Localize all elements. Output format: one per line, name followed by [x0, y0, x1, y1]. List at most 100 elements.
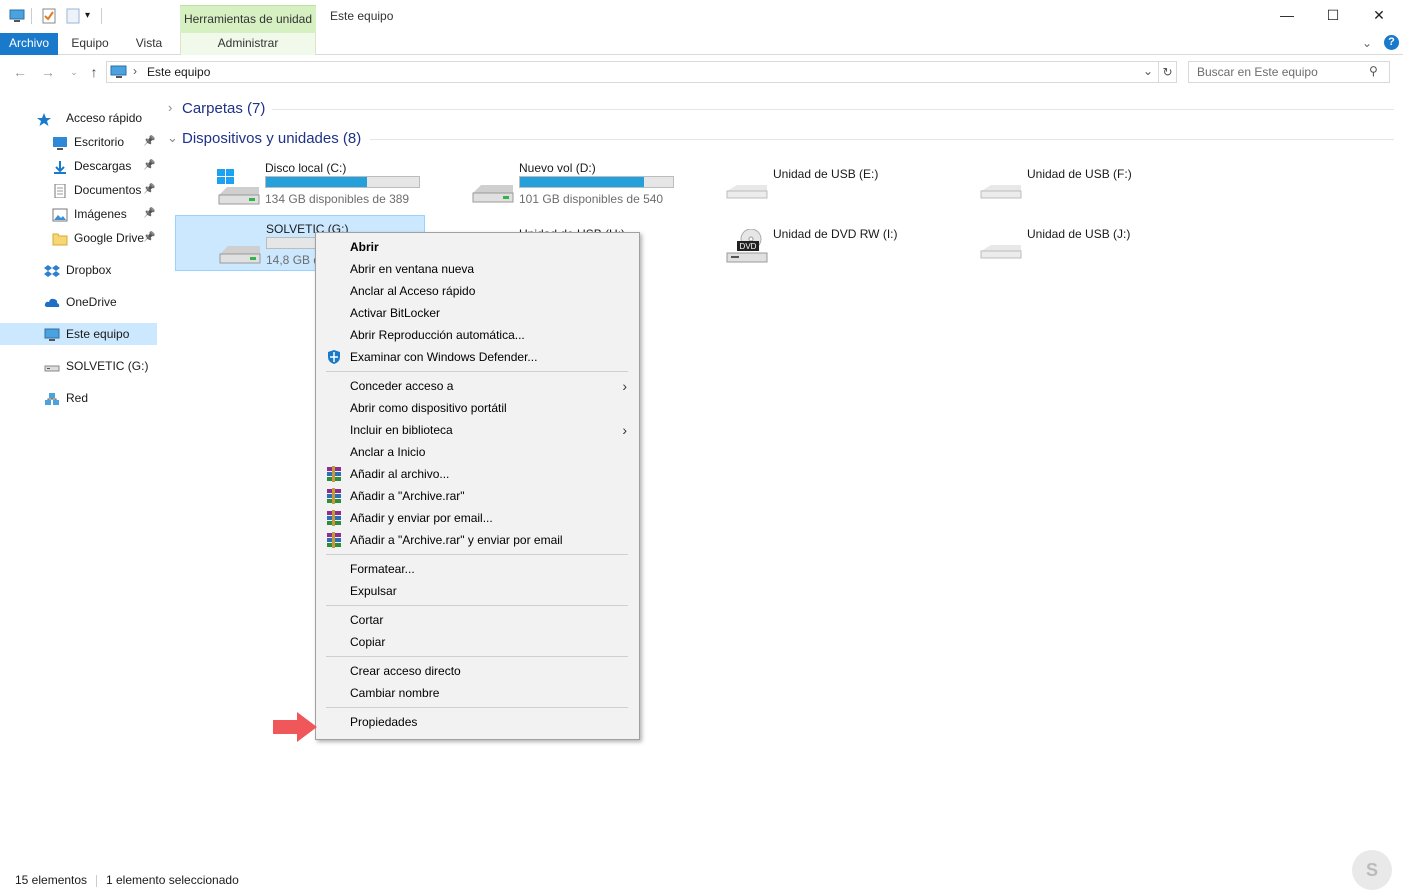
menu-item[interactable]: Examinar con Windows Defender... — [316, 346, 639, 368]
pointer-arrow-icon — [271, 710, 321, 747]
menu-item[interactable]: Cortar — [316, 609, 639, 631]
menu-item[interactable]: Anclar a Inicio — [316, 441, 639, 463]
computer-icon — [44, 327, 60, 341]
menu-item[interactable]: Cambiar nombre — [316, 682, 639, 704]
maximize-button[interactable]: ☐ — [1310, 0, 1356, 30]
menu-item[interactable]: Abrir en ventana nueva — [316, 258, 639, 280]
menu-item[interactable]: Añadir a "Archive.rar" — [316, 485, 639, 507]
breadcrumb-este-equipo[interactable]: Este equipo — [147, 65, 210, 79]
nav-item[interactable]: Documentos 📌 — [0, 179, 157, 201]
pin-icon[interactable]: 📌 — [143, 131, 155, 153]
menu-item[interactable]: Activar BitLocker — [316, 302, 639, 324]
search-input[interactable]: Buscar en Este equipo — [1188, 61, 1390, 83]
drive-tile[interactable]: Unidad de USB (F:) — [937, 155, 1187, 211]
menu-separator — [326, 707, 628, 708]
menu-item-label: Formatear... — [350, 562, 415, 576]
group-carpetas[interactable]: Carpetas (7) — [182, 100, 265, 117]
contextual-tab-group: Herramientas de unidad — [180, 5, 316, 33]
menu-item[interactable]: Crear acceso directo — [316, 660, 639, 682]
nav-item[interactable]: Este equipo — [0, 323, 157, 345]
menu-separator — [326, 371, 628, 372]
pin-icon[interactable]: 📌 — [143, 155, 155, 177]
nav-item[interactable]: Escritorio 📌 — [0, 131, 157, 153]
tab-administrar[interactable]: Administrar — [180, 33, 316, 55]
drive-usage-fill — [520, 177, 644, 187]
nav-item[interactable]: OneDrive — [0, 291, 157, 313]
menu-item-label: Abrir en ventana nueva — [350, 262, 475, 276]
menu-item[interactable]: Añadir y enviar por email... — [316, 507, 639, 529]
chevron-right-icon[interactable]: › — [168, 100, 172, 115]
computer-icon — [110, 64, 128, 83]
documents-icon — [52, 183, 68, 199]
menu-item[interactable]: Copiar — [316, 631, 639, 653]
help-icon[interactable]: ? — [1384, 35, 1399, 50]
nav-item[interactable]: Descargas 📌 — [0, 155, 157, 177]
nav-item[interactable]: Imágenes 📌 — [0, 203, 157, 225]
winrar-icon — [326, 510, 342, 526]
context-menu: Abrir Abrir en ventana nueva Anclar al Acc… — [315, 232, 640, 740]
watermark-logo: S — [1352, 850, 1392, 890]
drive-name: Unidad de USB (J:) — [1027, 227, 1131, 241]
drive-tile[interactable]: Disco local (C:) 134 GB disponibles de 38… — [175, 155, 425, 211]
menu-item[interactable]: Formatear... — [316, 558, 639, 580]
menu-item[interactable]: Incluir en biblioteca › — [316, 419, 639, 441]
forward-arrow-icon[interactable]: → — [38, 62, 58, 82]
refresh-icon[interactable]: ↻ — [1158, 62, 1176, 82]
menu-item-label: Anclar al Acceso rápido — [350, 284, 476, 298]
properties-icon[interactable] — [41, 8, 57, 24]
nav-item[interactable]: Red — [0, 387, 157, 409]
tab-vista[interactable]: Vista — [122, 33, 176, 55]
drive-tile[interactable]: Nuevo vol (D:) 101 GB disponibles de 540 — [429, 155, 679, 211]
group-dispositivos[interactable]: Dispositivos y unidades (8) — [182, 130, 361, 147]
drive-tile[interactable]: Unidad de USB (J:) — [937, 215, 1187, 271]
minimize-button[interactable]: — — [1264, 0, 1310, 30]
recent-locations-icon[interactable]: ⌄ — [64, 62, 84, 82]
drive-tile[interactable]: Unidad de USB (E:) — [683, 155, 933, 211]
desktop-icon — [52, 135, 68, 150]
menu-item[interactable]: Abrir como dispositivo portátil — [316, 397, 639, 419]
menu-item[interactable]: Añadir a "Archive.rar" y enviar por emai… — [316, 529, 639, 551]
search-icon[interactable]: ⚲ — [1369, 64, 1378, 78]
tab-equipo[interactable]: Equipo — [62, 33, 118, 55]
pin-icon[interactable]: 📌 — [143, 203, 155, 225]
pin-icon[interactable]: 📌 — [143, 179, 155, 201]
breadcrumb-chevron-icon[interactable]: › — [133, 64, 137, 78]
tab-archivo[interactable]: Archivo — [0, 33, 58, 55]
menu-item[interactable]: Abrir Reproducción automática... — [316, 324, 639, 346]
back-arrow-icon[interactable]: ← — [10, 62, 30, 82]
drive-free-space: 134 GB disponibles de 389 — [265, 192, 410, 206]
chevron-down-icon[interactable]: ⌄ — [167, 130, 178, 146]
windows-drive-icon — [215, 169, 263, 208]
menu-item[interactable]: Propiedades — [316, 711, 639, 733]
qat-divider — [31, 8, 32, 24]
nav-item-label: Escritorio — [74, 135, 125, 149]
menu-item[interactable]: Añadir al archivo... — [316, 463, 639, 485]
drive-free-space: 14,8 GB d — [266, 253, 321, 267]
usb-drive-icon — [977, 229, 1025, 268]
nav-item[interactable]: SOLVETIC (G:) — [0, 355, 157, 377]
menu-item[interactable]: Abrir — [316, 236, 639, 258]
nav-item[interactable]: Dropbox — [0, 259, 157, 281]
drive-tile[interactable]: DVD Unidad de DVD RW (I:) — [683, 215, 933, 271]
close-button[interactable]: ✕ — [1356, 0, 1402, 30]
menu-item-label: Añadir a "Archive.rar" — [350, 489, 465, 503]
menu-item[interactable]: Expulsar — [316, 580, 639, 602]
nav-item[interactable]: Acceso rápido — [0, 107, 157, 129]
nav-item[interactable]: Google Drive 📌 — [0, 227, 157, 249]
menu-item-label: Copiar — [350, 635, 386, 649]
menu-item-label: Activar BitLocker — [350, 306, 441, 320]
menu-item[interactable]: Conceder acceso a › — [316, 375, 639, 397]
usb-drive-icon — [977, 169, 1025, 208]
menu-item[interactable]: Anclar al Acceso rápido — [316, 280, 639, 302]
menu-separator — [326, 656, 628, 657]
new-folder-icon[interactable] — [65, 8, 81, 24]
pin-icon[interactable]: 📌 — [143, 227, 155, 249]
address-bar[interactable]: › Este equipo ⌄ — [106, 61, 1177, 83]
nav-item-label: Descargas — [74, 159, 132, 173]
customize-qat-icon[interactable]: ▾ — [85, 8, 101, 24]
up-arrow-icon[interactable]: ↑ — [84, 62, 104, 82]
computer-icon[interactable] — [9, 8, 25, 24]
expand-ribbon-icon[interactable]: ⌄ — [1362, 36, 1372, 50]
nav-item-label: Acceso rápido — [66, 111, 143, 125]
address-dropdown-icon[interactable]: ⌄ — [1143, 64, 1153, 78]
